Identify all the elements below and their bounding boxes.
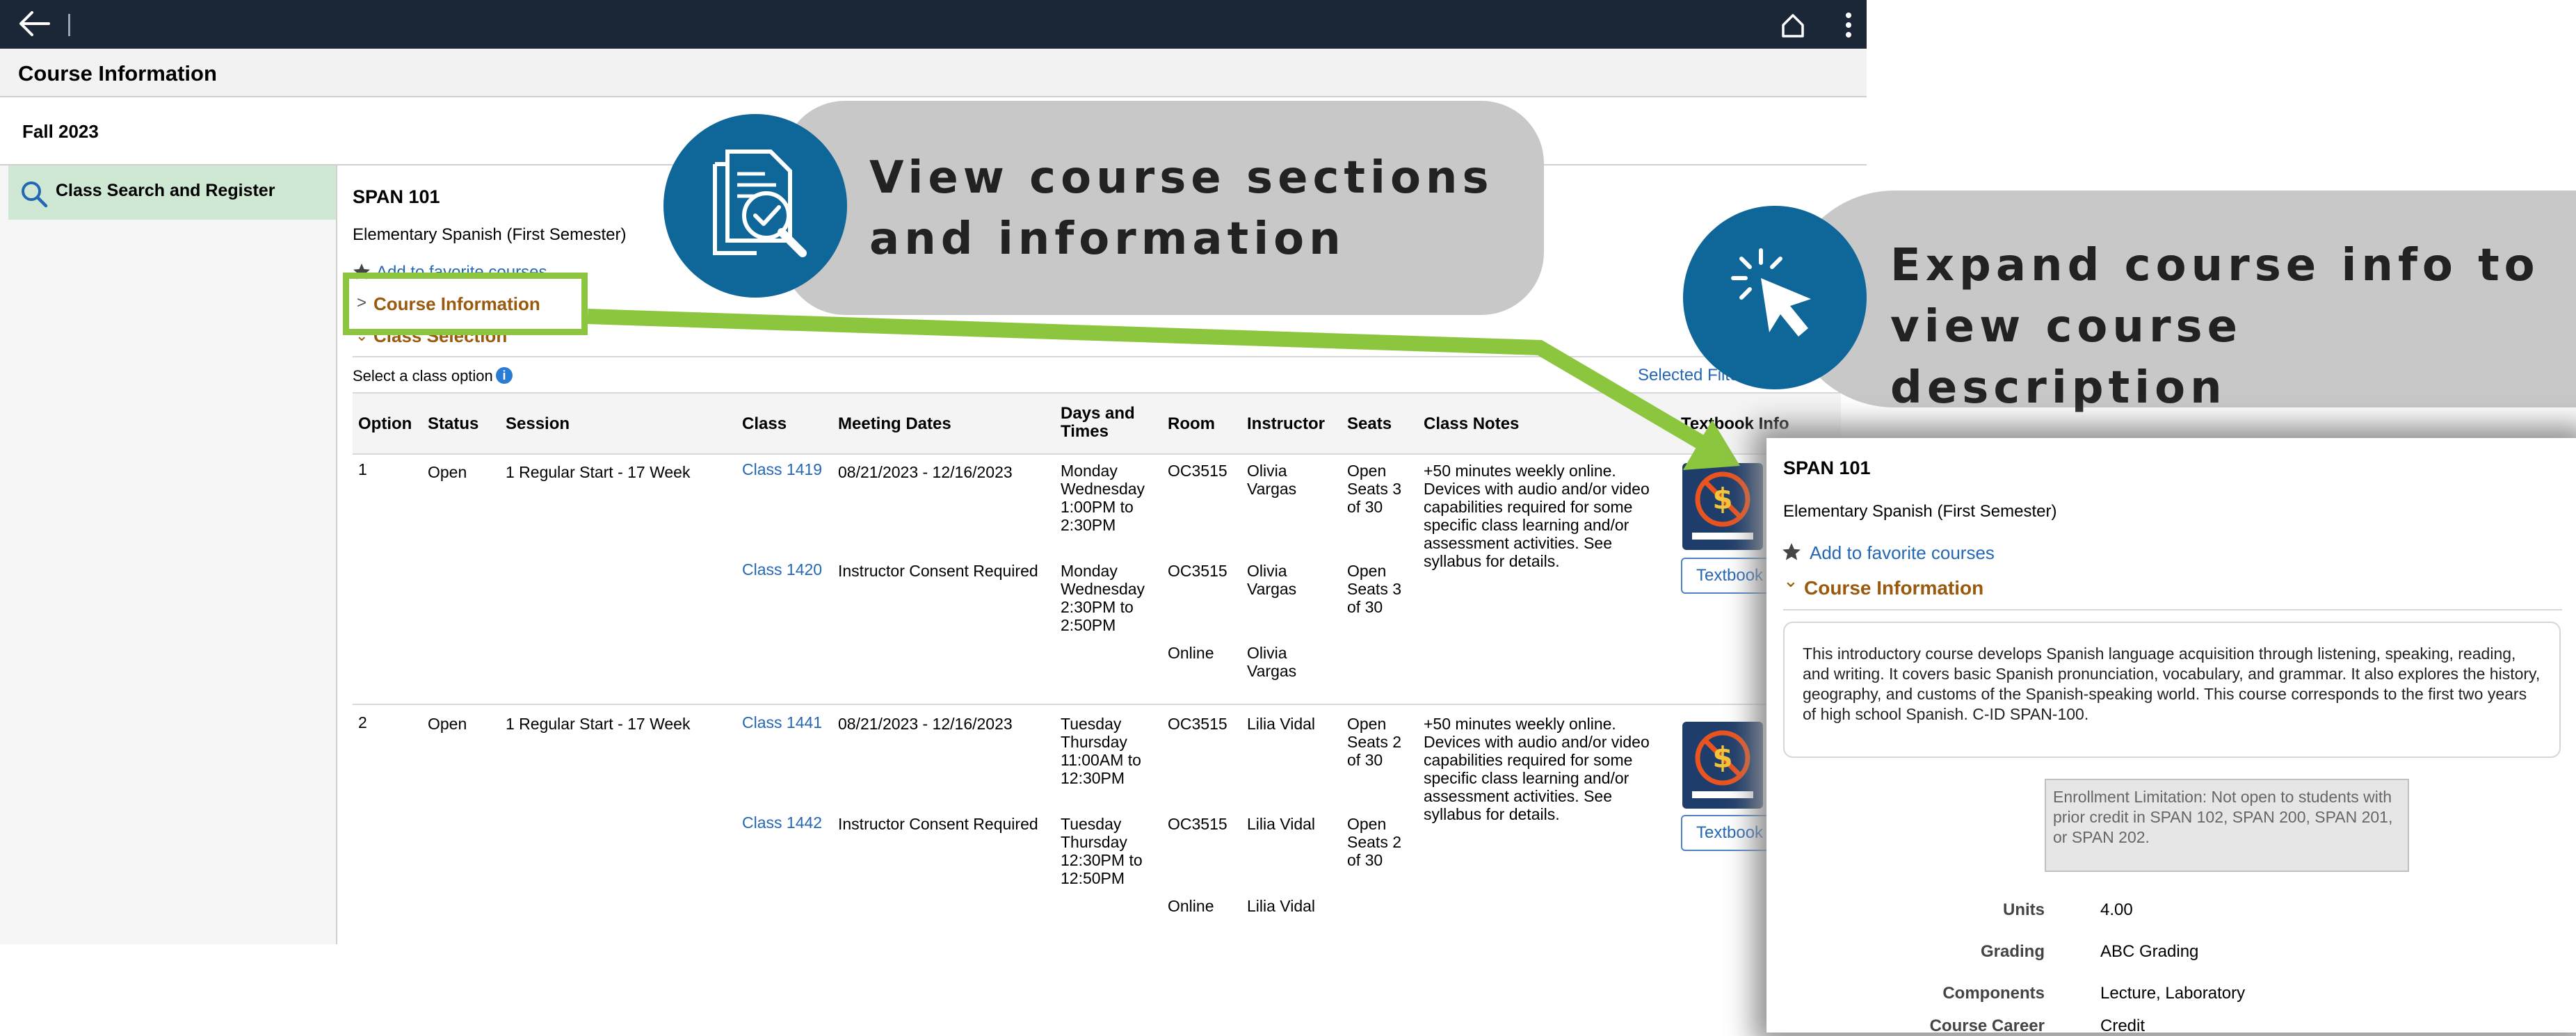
field-value: Lecture, Laboratory xyxy=(2100,984,2246,1003)
course-description-box: This introductory course develops Spanis… xyxy=(1783,622,2561,758)
field-value: ABC Grading xyxy=(2100,942,2199,961)
field-label: Components xyxy=(1942,984,2045,1003)
detail-course-information-toggle[interactable]: Course Information xyxy=(1804,577,1983,599)
field-label: Course Career xyxy=(1929,1017,2045,1035)
enrollment-limitation-text: Enrollment Limitation: Not open to stude… xyxy=(2053,788,2393,846)
field-label: Units xyxy=(2003,900,2045,919)
callout-text-2: Expand course info to view course descri… xyxy=(1890,240,2540,414)
callout-text-1: View course sections and information xyxy=(869,152,1494,265)
detail-course-code: SPAN 101 xyxy=(1783,458,1871,478)
course-detail-panel: SPAN 101 Elementary Spanish (First Semes… xyxy=(1766,438,2576,1035)
course-description: This introductory course develops Spanis… xyxy=(1803,645,2541,723)
callout-circle xyxy=(1683,206,1867,389)
document-search-icon xyxy=(694,145,816,267)
click-cursor-icon xyxy=(1728,245,1832,349)
field-label: Grading xyxy=(1980,942,2045,961)
field-value: 4.00 xyxy=(2100,900,2133,919)
chevron-down-icon: ⌄ xyxy=(1783,570,1798,591)
field-value: Credit xyxy=(2100,1017,2146,1035)
star-icon[interactable] xyxy=(1782,542,1801,562)
detail-course-title: Elementary Spanish (First Semester) xyxy=(1783,502,2057,521)
detail-favorite-link[interactable]: Add to favorite courses xyxy=(1810,542,1995,564)
callout-circle xyxy=(663,114,847,298)
enrollment-limitation-textarea[interactable]: Enrollment Limitation: Not open to stude… xyxy=(2045,779,2409,872)
